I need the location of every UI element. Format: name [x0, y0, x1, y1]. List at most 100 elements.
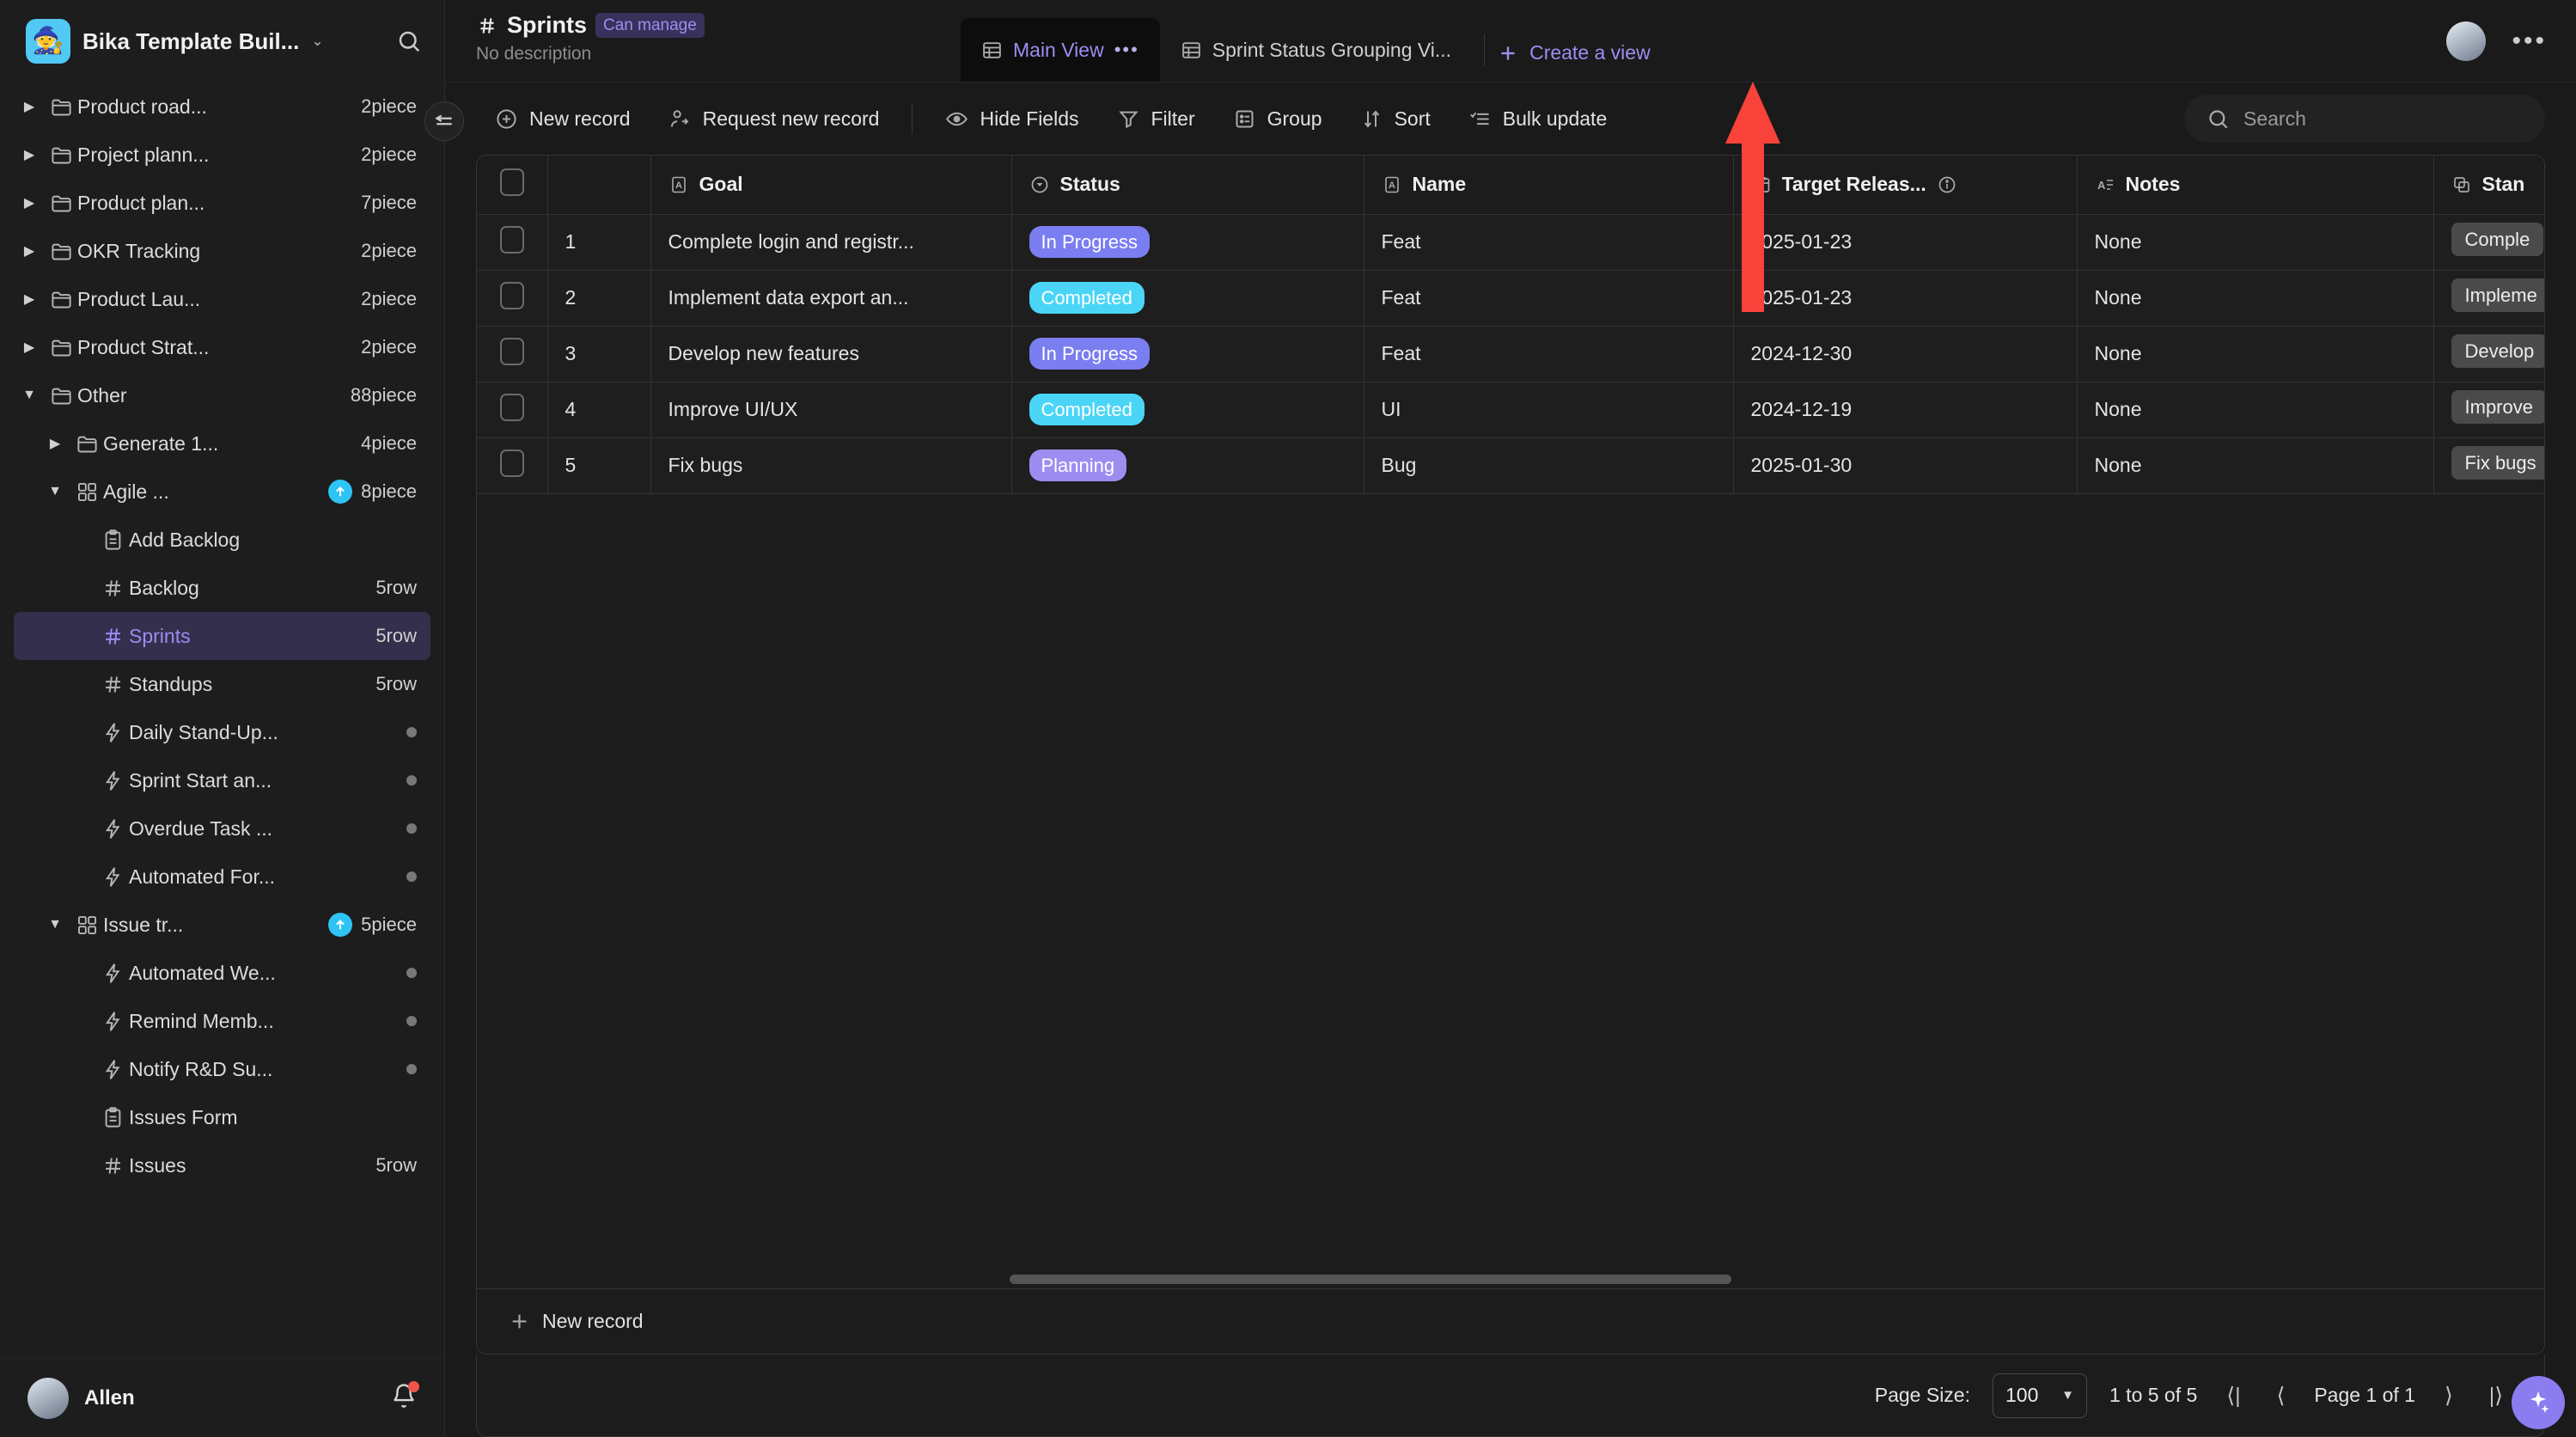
new-record-button[interactable]: New record	[476, 99, 650, 139]
sidebar-item-generate-1[interactable]: ▶ Generate 1... 4piece	[14, 419, 430, 468]
more-options-icon[interactable]: •••	[2512, 28, 2547, 53]
cell-target-release[interactable]: 2025-01-23	[1733, 214, 2078, 271]
cell-target-release[interactable]: 2024-12-30	[1733, 326, 2078, 382]
scrollbar-thumb[interactable]	[1010, 1275, 1731, 1284]
twisty-collapsed-icon[interactable]: ▶	[14, 339, 45, 356]
column-header-notes[interactable]: A Notes	[2077, 156, 2434, 215]
select-all-checkbox[interactable]	[499, 168, 524, 196]
page-size-select[interactable]: 100 ▼	[1993, 1373, 2087, 1418]
sidebar-item-sprints[interactable]: Sprints 5row	[14, 612, 430, 660]
sidebar-item-overdue-task[interactable]: Overdue Task ...	[14, 804, 430, 853]
sidebar-item-remind-memb[interactable]: Remind Memb...	[14, 997, 430, 1045]
sidebar-item-issues[interactable]: Issues 5row	[14, 1141, 430, 1189]
cell-notes[interactable]: None	[2077, 214, 2434, 271]
column-header-goal[interactable]: A Goal	[650, 156, 1012, 215]
horizontal-scrollbar[interactable]	[477, 1271, 2544, 1288]
twisty-collapsed-icon[interactable]: ▶	[14, 194, 45, 211]
create-view-button[interactable]: Create a view	[1497, 41, 1651, 82]
hide-fields-button[interactable]: Hide Fields	[926, 99, 1097, 139]
cell-goal[interactable]: Implement data export an...	[650, 270, 1012, 327]
cell-goal[interactable]: Complete login and registr...	[650, 214, 1012, 271]
cell-name[interactable]: Feat	[1364, 270, 1734, 327]
cell-status[interactable]: In Progress	[1011, 214, 1364, 271]
cell-standard[interactable]: Impleme	[2433, 270, 2544, 327]
workspace-header[interactable]: 🧙 Bika Template Buil... ⌄	[0, 0, 444, 79]
sidebar-item-automated-we[interactable]: Automated We...	[14, 949, 430, 997]
last-page-button[interactable]: |⟩	[2482, 1383, 2510, 1409]
grid-scroll-area[interactable]: A Goal Status A Name Target Releas... A …	[477, 156, 2544, 1271]
grid-footer-new-record[interactable]: New record	[477, 1288, 2544, 1354]
cell-notes[interactable]: None	[2077, 270, 2434, 327]
next-page-button[interactable]: ⟩	[2438, 1383, 2460, 1409]
cell-status[interactable]: Completed	[1011, 270, 1364, 327]
sidebar-item-issues-form[interactable]: Issues Form	[14, 1093, 430, 1141]
twisty-expanded-icon[interactable]: ▼	[40, 917, 70, 933]
cell-name[interactable]: Feat	[1364, 214, 1734, 271]
bulk-update-button[interactable]: Bulk update	[1450, 99, 1626, 139]
search-box[interactable]	[2184, 95, 2545, 143]
info-icon[interactable]	[1937, 174, 1957, 195]
cell-standard[interactable]: Fix bugs	[2433, 437, 2544, 494]
sidebar-item-product-plan[interactable]: ▶ Product plan... 7piece	[14, 179, 430, 227]
cell-name[interactable]: Feat	[1364, 326, 1734, 382]
avatar[interactable]	[2446, 21, 2487, 61]
cell-standard[interactable]: Develop	[2433, 326, 2544, 382]
row-checkbox[interactable]	[499, 281, 524, 309]
sidebar-item-okr-tracking[interactable]: ▶ OKR Tracking 2piece	[14, 227, 430, 275]
table-row[interactable]: 5 Fix bugs Planning Bug 2025-01-30 None Fix bu…	[477, 437, 2544, 494]
new-record-footer-button[interactable]: New record	[508, 1301, 662, 1342]
page-description[interactable]: No description	[476, 44, 961, 64]
column-header-target-release[interactable]: Target Releas...	[1733, 156, 2078, 215]
table-row[interactable]: 4 Improve UI/UX Completed UI 2024-12-19 None I…	[477, 382, 2544, 438]
cell-notes[interactable]: None	[2077, 437, 2434, 494]
ai-assistant-button[interactable]	[2512, 1376, 2565, 1429]
prev-page-button[interactable]: ⟨	[2270, 1383, 2292, 1409]
cell-goal[interactable]: Develop new features	[650, 326, 1012, 382]
row-checkbox[interactable]	[499, 337, 524, 365]
cell-target-release[interactable]: 2025-01-30	[1733, 437, 2078, 494]
cell-notes[interactable]: None	[2077, 326, 2434, 382]
tab-main-view[interactable]: Main View •••	[961, 18, 1160, 82]
sidebar-item-product-strat[interactable]: ▶ Product Strat... 2piece	[14, 323, 430, 371]
twisty-collapsed-icon[interactable]: ▶	[14, 242, 45, 260]
twisty-expanded-icon[interactable]: ▼	[14, 388, 45, 403]
first-page-button[interactable]: ⟨|	[2219, 1383, 2247, 1409]
twisty-collapsed-icon[interactable]: ▶	[14, 98, 45, 115]
tab-sprint-status-grouping-view[interactable]: Sprint Status Grouping Vi...	[1160, 18, 1472, 82]
column-header-standard[interactable]: Stan	[2433, 156, 2544, 215]
twisty-collapsed-icon[interactable]: ▶	[40, 435, 70, 452]
table-row[interactable]: 2 Implement data export an... Completed Fea…	[477, 270, 2544, 327]
sidebar-user-bar[interactable]: Allen	[0, 1358, 444, 1437]
group-button[interactable]: Group	[1214, 99, 1341, 139]
sidebar-item-standups[interactable]: Standups 5row	[14, 660, 430, 708]
row-checkbox-cell[interactable]	[477, 382, 548, 438]
twisty-collapsed-icon[interactable]: ▶	[14, 146, 45, 163]
row-checkbox[interactable]	[499, 393, 524, 421]
upgrade-arrow-icon[interactable]	[328, 480, 353, 504]
cell-target-release[interactable]: 2025-01-23	[1733, 270, 2078, 327]
column-header-name[interactable]: A Name	[1364, 156, 1734, 215]
twisty-expanded-icon[interactable]: ▼	[40, 484, 70, 499]
sidebar-collapse-button[interactable]	[424, 101, 464, 141]
sidebar-item-product-road[interactable]: ▶ Product road... 2piece	[14, 83, 430, 131]
sidebar-item-product-lau[interactable]: ▶ Product Lau... 2piece	[14, 275, 430, 323]
filter-button[interactable]: Filter	[1098, 99, 1214, 139]
table-row[interactable]: 3 Develop new features In Progress Feat 2024…	[477, 326, 2544, 382]
row-checkbox-cell[interactable]	[477, 437, 548, 494]
sidebar-item-add-backlog[interactable]: Add Backlog	[14, 516, 430, 564]
sidebar-item-daily-stand-up[interactable]: Daily Stand-Up...	[14, 708, 430, 756]
cell-status[interactable]: Completed	[1011, 382, 1364, 438]
request-new-record-button[interactable]: Request new record	[650, 99, 899, 139]
sidebar-item-backlog[interactable]: Backlog 5row	[14, 564, 430, 612]
row-checkbox-cell[interactable]	[477, 326, 548, 382]
upgrade-arrow-icon[interactable]	[328, 913, 353, 937]
row-checkbox[interactable]	[499, 225, 524, 254]
search-icon[interactable]	[396, 28, 422, 54]
search-input[interactable]	[2243, 107, 2523, 131]
twisty-collapsed-icon[interactable]: ▶	[14, 290, 45, 308]
sidebar-item-other[interactable]: ▼ Other 88piece	[14, 371, 430, 419]
sidebar-item-agile[interactable]: ▼ Agile ... 8piece	[14, 468, 430, 516]
cell-name[interactable]: Bug	[1364, 437, 1734, 494]
cell-standard[interactable]: Improve	[2433, 382, 2544, 438]
table-row[interactable]: 1 Complete login and registr... In Progres…	[477, 214, 2544, 271]
